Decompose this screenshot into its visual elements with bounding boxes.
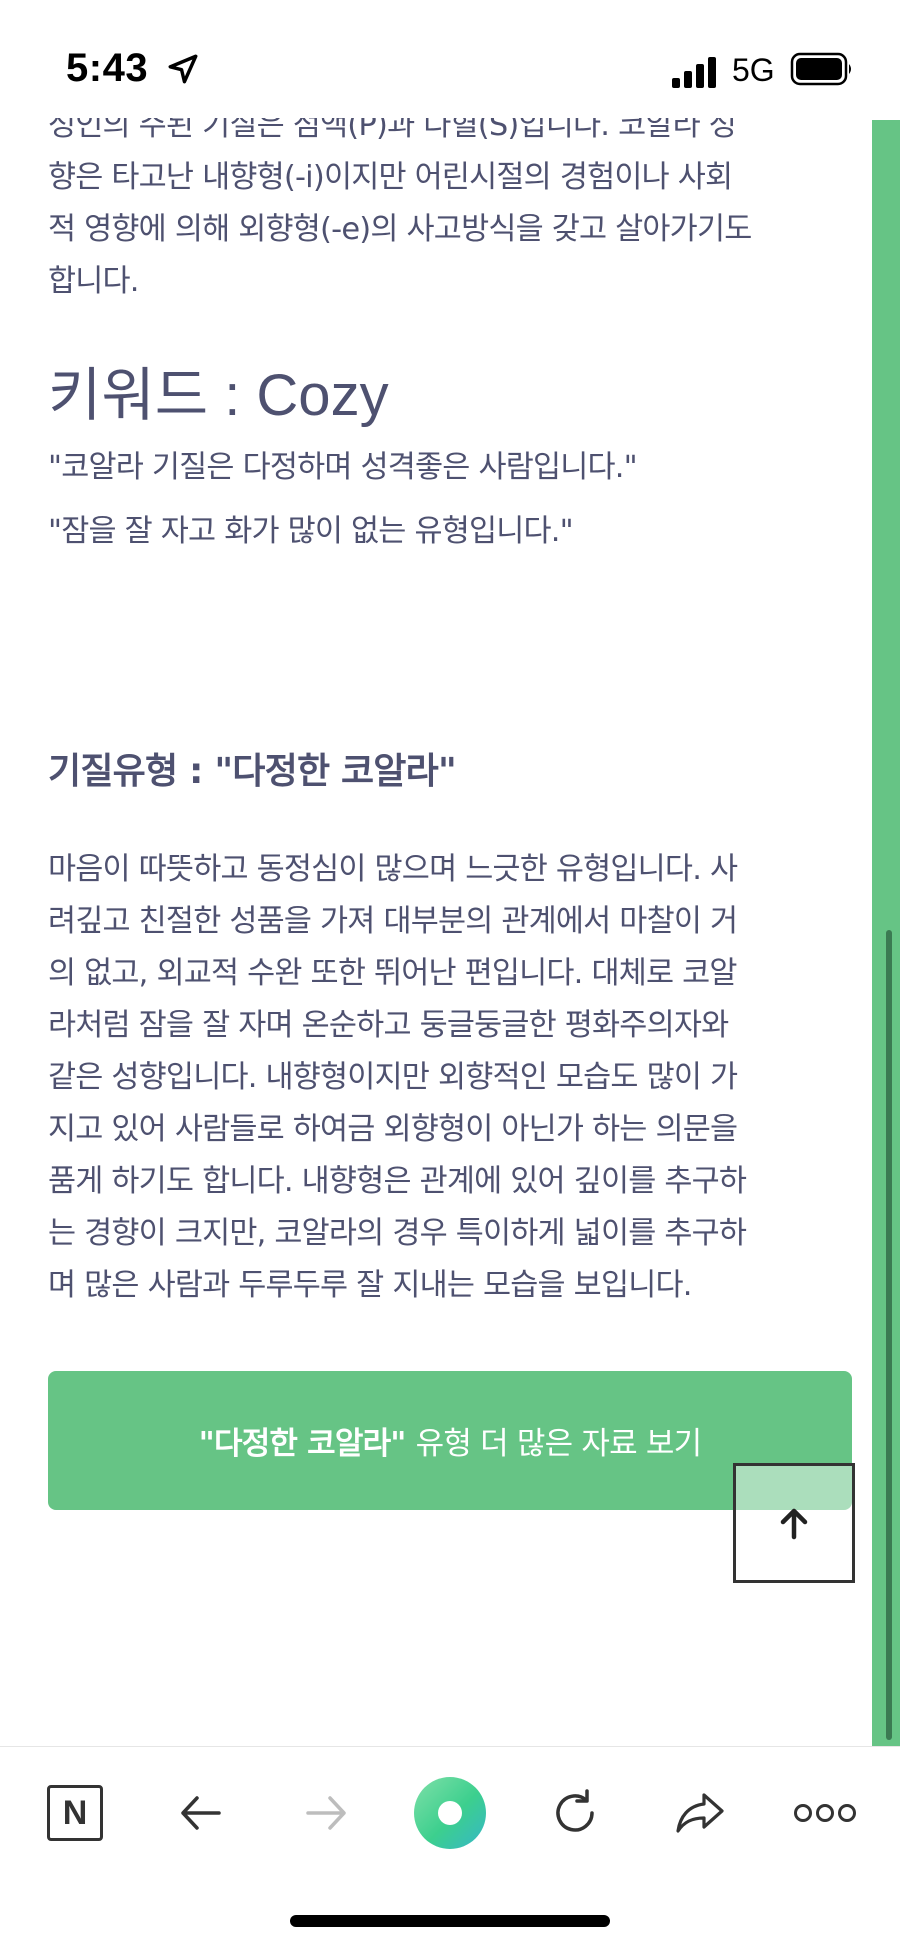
description-line: 려깊고 친절한 성품을 가져 대부분의 관계에서 마찰이 거 [48, 904, 738, 939]
back-button[interactable] [165, 1777, 237, 1849]
description-line: 는 경향이 크지만, 코알라의 경우 특이하게 넓이를 추구하 [48, 1216, 747, 1251]
more-button-label: 유형 더 많은 자료 보기 [415, 1426, 703, 1462]
intro-line: 성인의 주된 기질은 점액(P)과 다혈(S)입니다. 코알라 성 [48, 118, 737, 143]
quote-line: "코알라 기질은 다정하며 성격좋은 사람입니다." [48, 450, 638, 485]
description-line: 품게 하기도 합니다. 내향형은 관계에 있어 깊이를 추구하 [48, 1164, 747, 1199]
description-paragraph: 마음이 따뜻하고 동정심이 많으며 느긋한 유형입니다. 사 려깊고 친절한 성… [48, 844, 854, 1312]
reload-button[interactable] [539, 1777, 611, 1849]
intro-paragraph: 성인의 주된 기질은 점액(P)과 다혈(S)입니다. 코알라 성 향은 타고난… [48, 118, 854, 308]
description-line: 마음이 따뜻하고 동정심이 많으며 느긋한 유형입니다. 사 [48, 852, 738, 887]
cellular-signal-icon [672, 57, 716, 88]
location-arrow-icon [168, 54, 198, 84]
share-button[interactable] [664, 1777, 736, 1849]
description-line: 지고 있어 사람들로 하여금 외향형이 아닌가 하는 의문을 [48, 1112, 738, 1147]
scrollbar-thumb[interactable] [886, 930, 892, 1740]
description-line: 며 많은 사람과 두루두루 잘 지내는 모습을 보입니다. [48, 1268, 692, 1303]
network-type-label: 5G [732, 52, 775, 88]
keyword-heading: 키워드 : Cozy [48, 363, 389, 428]
forward-button[interactable] [290, 1777, 362, 1849]
status-time: 5:43 [66, 46, 149, 90]
more-info-button[interactable]: "다정한 코알라" 유형 더 많은 자료 보기 [48, 1371, 852, 1510]
intro-line: 향은 타고난 내향형(-i)이지만 어린시절의 경험이나 사회 [48, 160, 733, 195]
naver-logo-icon: N [47, 1785, 103, 1841]
type-heading: 기질유형 : "다정한 코알라" [48, 751, 457, 792]
home-icon [414, 1777, 486, 1849]
intro-line: 적 영향에 의해 외향형(-e)의 사고방식을 갖고 살아가기도 [48, 212, 752, 247]
description-line: 같은 성향입니다. 내향형이지만 외향적인 모습도 많이 가 [48, 1060, 738, 1095]
home-indicator [290, 1915, 610, 1927]
arrow-up-icon [780, 1508, 808, 1540]
naver-home-button[interactable]: N [39, 1777, 111, 1849]
intro-line: 합니다. [48, 264, 139, 299]
status-bar: 5:43 5G [0, 0, 900, 118]
battery-icon [790, 52, 851, 86]
more-icon [794, 1804, 856, 1822]
quote-line: "잠을 잘 자고 화가 많이 없는 유형입니다." [48, 514, 574, 549]
description-line: 라처럼 잠을 잘 자며 온순하고 둥글둥글한 평화주의자와 [48, 1008, 729, 1043]
home-dot [438, 1801, 462, 1825]
forward-arrow-icon [306, 1796, 346, 1830]
description-line: 의 없고, 외교적 수완 또한 뛰어난 편입니다. 대체로 코알 [48, 956, 737, 991]
back-arrow-icon [181, 1796, 221, 1830]
reload-icon [556, 1789, 594, 1832]
more-menu-button[interactable] [789, 1777, 861, 1849]
scroll-to-top-button[interactable] [733, 1463, 855, 1583]
more-button-bold-label: "다정한 코알라" [198, 1426, 407, 1462]
home-button[interactable] [414, 1777, 486, 1849]
share-icon [676, 1793, 724, 1833]
